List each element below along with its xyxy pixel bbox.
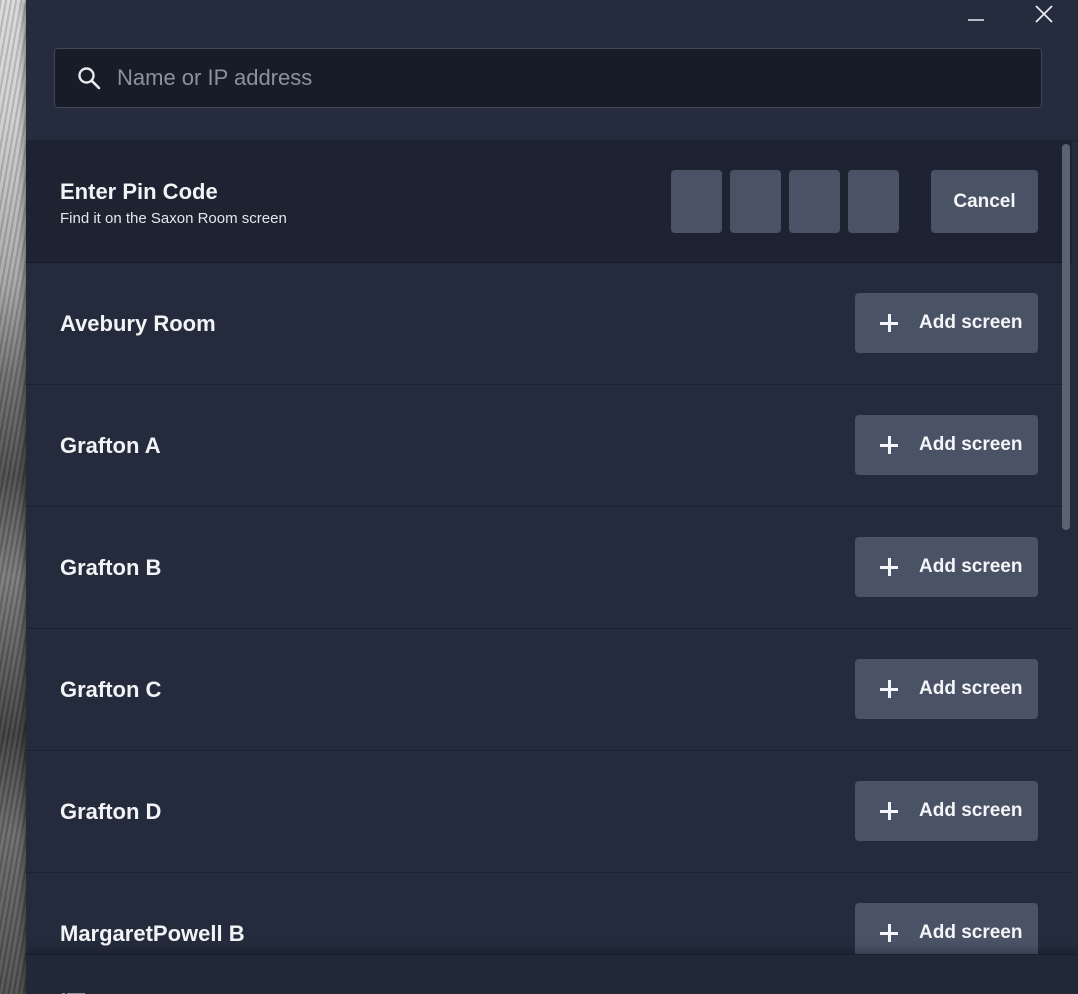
list-scrollbar[interactable] bbox=[1062, 144, 1070, 530]
window-controls bbox=[942, 0, 1078, 36]
room-row: Grafton D Add screen bbox=[26, 751, 1072, 873]
pin-digit-3[interactable] bbox=[789, 170, 840, 233]
pin-code-title: Enter Pin Code bbox=[60, 179, 218, 204]
room-list: Enter Pin Code Find it on the Saxon Room… bbox=[26, 141, 1072, 954]
pin-code-subtitle: Find it on the Saxon Room screen bbox=[60, 210, 287, 227]
room-row: Grafton B Add screen bbox=[26, 507, 1072, 629]
search-icon bbox=[77, 66, 101, 90]
pin-digit-2[interactable] bbox=[730, 170, 781, 233]
minimize-icon bbox=[967, 5, 985, 28]
add-screen-button[interactable]: Add screen bbox=[855, 903, 1038, 954]
pin-code-row: Enter Pin Code Find it on the Saxon Room… bbox=[26, 141, 1072, 263]
list-icon bbox=[62, 988, 86, 994]
plus-icon bbox=[879, 801, 899, 821]
room-name: MargaretPowell B bbox=[60, 920, 245, 946]
add-screen-label: Add screen bbox=[919, 800, 1023, 821]
room-name: Grafton C bbox=[60, 676, 162, 702]
pin-digit-4[interactable] bbox=[848, 170, 899, 233]
add-screen-label: Add screen bbox=[919, 678, 1023, 699]
add-screen-dialog: Enter Pin Code Find it on the Saxon Room… bbox=[26, 0, 1078, 994]
add-screen-label: Add screen bbox=[919, 556, 1023, 577]
plus-icon bbox=[879, 435, 899, 455]
search-box[interactable] bbox=[54, 48, 1042, 108]
room-row: Grafton A Add screen bbox=[26, 385, 1072, 507]
search-input[interactable] bbox=[115, 64, 1041, 92]
add-screen-button[interactable]: Add screen bbox=[855, 781, 1038, 841]
dialog-footer bbox=[26, 954, 1078, 994]
close-icon bbox=[1034, 4, 1054, 29]
room-name: Grafton B bbox=[60, 554, 162, 580]
dialog-header bbox=[26, 0, 1078, 141]
close-button[interactable] bbox=[1010, 0, 1078, 32]
room-row: Avebury Room Add screen bbox=[26, 263, 1072, 385]
room-row: MargaretPowell B Add screen bbox=[26, 873, 1072, 954]
add-screen-label: Add screen bbox=[919, 434, 1023, 455]
room-name: Avebury Room bbox=[60, 310, 216, 336]
add-screen-label: Add screen bbox=[919, 922, 1023, 943]
minimize-button[interactable] bbox=[942, 0, 1010, 32]
add-screen-label: Add screen bbox=[919, 312, 1023, 333]
add-screen-button[interactable]: Add screen bbox=[855, 293, 1038, 353]
add-screen-button[interactable]: Add screen bbox=[855, 415, 1038, 475]
room-name: Grafton D bbox=[60, 798, 162, 824]
add-screen-button[interactable]: Add screen bbox=[855, 659, 1038, 719]
pin-digit-1[interactable] bbox=[671, 170, 722, 233]
plus-icon bbox=[879, 679, 899, 699]
add-screen-button[interactable]: Add screen bbox=[855, 537, 1038, 597]
pin-code-inputs bbox=[671, 170, 899, 233]
plus-icon bbox=[879, 923, 899, 943]
plus-icon bbox=[879, 313, 899, 333]
room-row: Grafton C Add screen bbox=[26, 629, 1072, 751]
plus-icon bbox=[879, 557, 899, 577]
room-name: Grafton A bbox=[60, 432, 161, 458]
cancel-button[interactable]: Cancel bbox=[931, 170, 1038, 233]
